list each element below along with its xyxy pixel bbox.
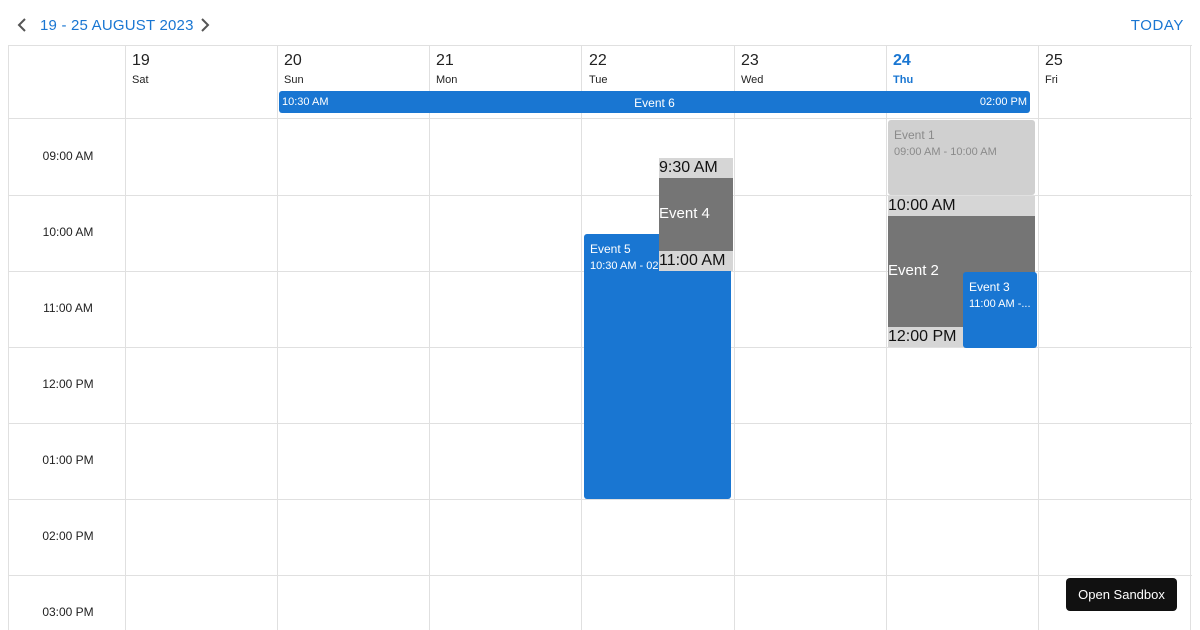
- hour-divider: [8, 575, 1192, 576]
- time-label: 09:00 AM: [42, 149, 94, 163]
- day-header-fri[interactable]: 25 Fri: [1039, 46, 1191, 120]
- event-3[interactable]: Event 3 11:00 AM -...: [963, 272, 1037, 348]
- allday-event-end: 02:00 PM: [979, 96, 1027, 108]
- day-number: 23: [741, 52, 759, 69]
- day-name: Sun: [284, 74, 304, 86]
- previous-week-button[interactable]: [12, 15, 32, 35]
- today-button[interactable]: TODAY: [1131, 17, 1184, 34]
- day-name: Wed: [741, 74, 764, 86]
- day-name: Fri: [1045, 74, 1058, 86]
- day-name: Sat: [132, 74, 149, 86]
- date-range-label: 19 - 25 AUGUST 2023: [40, 17, 194, 34]
- time-label: 10:00 AM: [42, 225, 94, 239]
- event-title: Event 3: [969, 280, 1010, 294]
- day-number: 21: [436, 52, 454, 69]
- drag-title: Event 2: [888, 262, 939, 279]
- header-corner: [8, 46, 126, 120]
- drag-end-time: 11:00 AM: [659, 251, 733, 271]
- day-number: 24: [893, 52, 911, 69]
- time-label: 01:00 PM: [42, 453, 94, 467]
- drag-body: Event 4: [659, 178, 733, 251]
- next-week-button[interactable]: [195, 15, 215, 35]
- time-label: 03:00 PM: [42, 605, 94, 619]
- event-4-drag-preview[interactable]: 9:30 AM Event 4 11:00 AM: [659, 158, 733, 271]
- day-number: 20: [284, 52, 302, 69]
- allday-event-6[interactable]: 10:30 AM Event 6 02:00 PM: [279, 91, 1030, 113]
- open-sandbox-button[interactable]: Open Sandbox: [1066, 578, 1177, 611]
- calendar-toolbar: 19 - 25 AUGUST 2023 TODAY: [0, 0, 1200, 45]
- day-header-sat[interactable]: 19 Sat: [126, 46, 278, 120]
- drag-start-time: 9:30 AM: [659, 158, 733, 178]
- day-number: 19: [132, 52, 150, 69]
- chevron-left-icon: [17, 18, 26, 32]
- drag-title: Event 4: [659, 205, 710, 222]
- time-label: 02:00 PM: [42, 529, 94, 543]
- hour-divider: [8, 499, 1192, 500]
- time-label: 11:00 AM: [43, 301, 93, 315]
- allday-event-title: Event 6: [634, 96, 675, 110]
- drag-start-time: 10:00 AM: [888, 196, 1035, 216]
- day-number: 22: [589, 52, 607, 69]
- day-name: Tue: [589, 74, 608, 86]
- time-label: 12:00 PM: [42, 377, 94, 391]
- event-1[interactable]: Event 1 09:00 AM - 10:00 AM: [888, 120, 1035, 195]
- day-number: 25: [1045, 52, 1063, 69]
- event-title: Event 5: [590, 242, 631, 256]
- event-title: Event 1: [894, 128, 935, 142]
- event-time: 11:00 AM -...: [969, 298, 1031, 310]
- event-time: 09:00 AM - 10:00 AM: [894, 146, 997, 158]
- event-5[interactable]: Event 5 10:30 AM - 02:00 PM: [584, 234, 731, 499]
- day-name: Mon: [436, 74, 458, 86]
- day-name: Thu: [893, 74, 914, 86]
- chevron-right-icon: [201, 18, 210, 32]
